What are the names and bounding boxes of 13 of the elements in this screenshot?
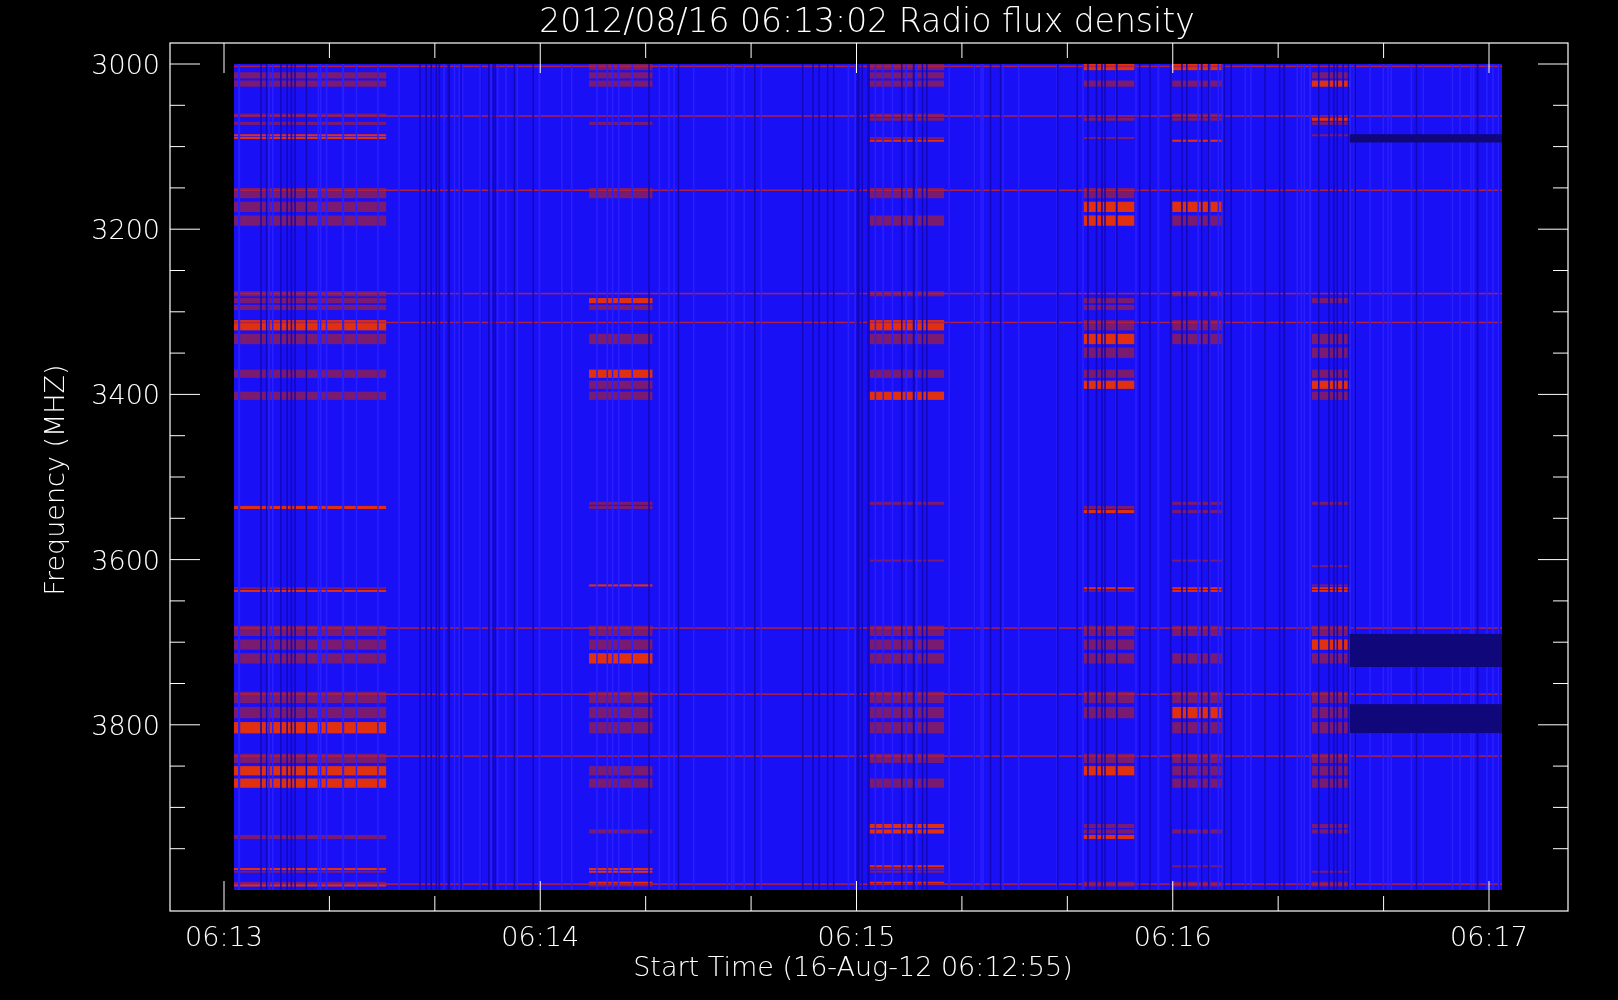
y-tick-label: 3000 xyxy=(91,49,160,80)
chart-title: 2012/08/16 06:13:02 Radio flux density xyxy=(539,1,1195,40)
y-axis-label: Frequency (MHZ) xyxy=(39,364,70,596)
x-tick-label: 06:14 xyxy=(501,921,580,952)
y-tick-label: 3800 xyxy=(91,709,160,741)
x-tick-label: 06:13 xyxy=(185,921,263,952)
x-tick-label: 06:16 xyxy=(1133,921,1212,952)
x-axis-label: Start Time (16-Aug-12 06:12:55) xyxy=(633,951,1073,982)
y-tick-label: 3200 xyxy=(91,214,160,246)
y-tick-label: 3400 xyxy=(91,379,160,411)
y-tick-label: 3600 xyxy=(91,544,160,576)
x-tick-label: 06:17 xyxy=(1450,921,1528,952)
x-tick-label: 06:15 xyxy=(817,921,896,952)
